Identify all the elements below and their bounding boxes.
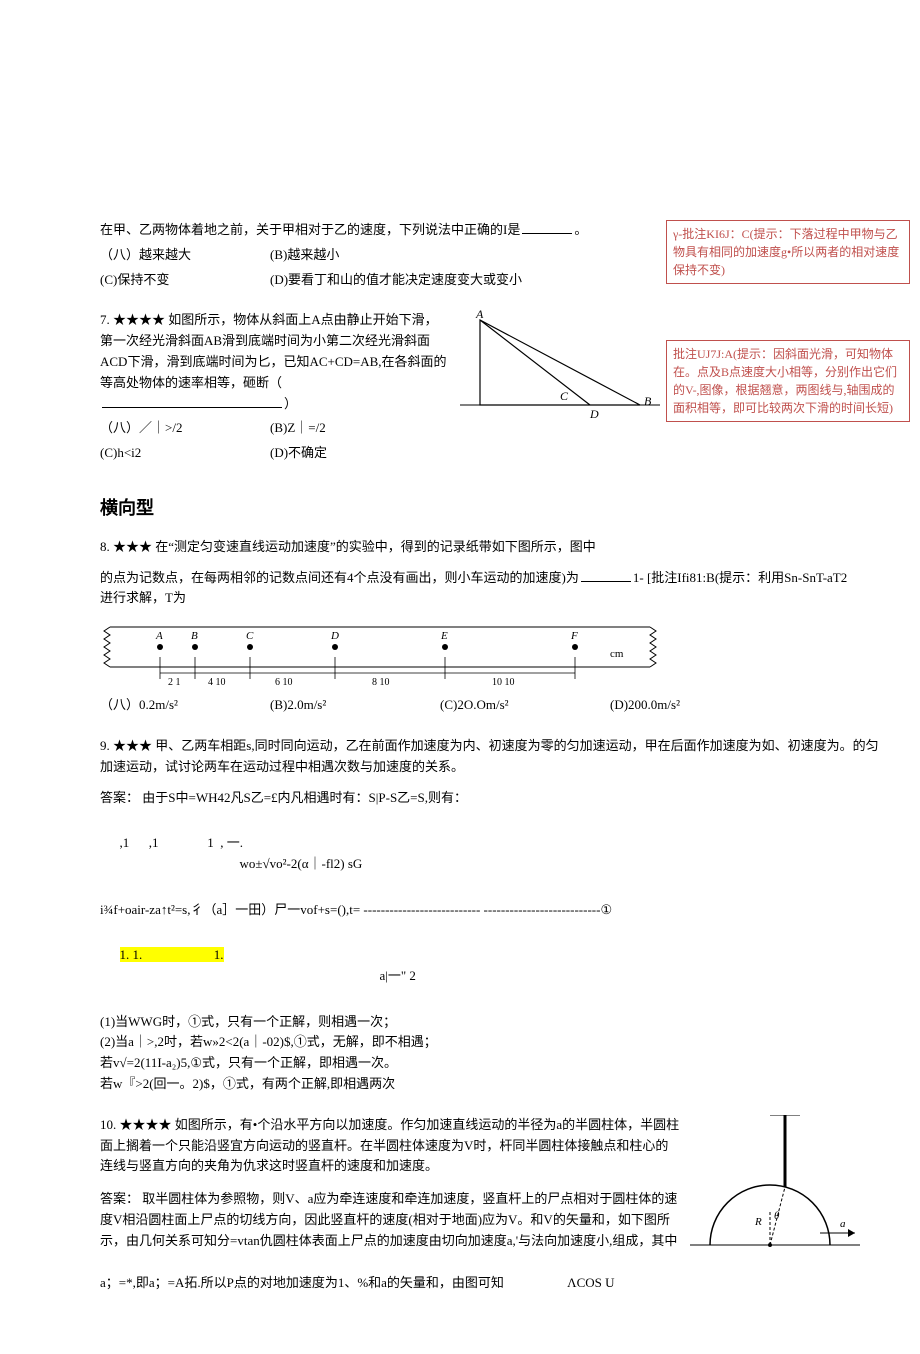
q9-l4: 若w『>2(回一。2)$，①式，有两个正解,即相遇两次 <box>100 1074 880 1095</box>
svg-text:8 10: 8 10 <box>372 677 390 687</box>
q7-opt-d: (D)不确定 <box>270 443 420 464</box>
svg-text:θ: θ <box>774 1210 780 1222</box>
svg-text:B: B <box>644 394 652 408</box>
annotation-q7: 批注UJ7J:A(提示：因斜面光滑，可知物体在。点及B点速度大小相等，分别作出它… <box>666 340 910 422</box>
q6-blank <box>522 233 572 234</box>
q7-options-row2: (C)h<i2 (D)不确定 <box>100 443 660 464</box>
svg-text:A: A <box>475 310 484 321</box>
q9-row1b: wo±√vo²-2(α｜-fl2) sG <box>240 856 363 871</box>
q9-formula-row2: i¾f+oair-za↑t²=s,彳（a］一田）尸一vof+s=(),t= --… <box>100 900 880 921</box>
q10-stem-text: 如图所示，有•个沿水平方向以加速度。作匀加速直线运动的半径为a的半圆柱体，半圆柱… <box>100 1117 679 1174</box>
q6-options-row2: (C)保持不变 (D)要看丁和山的值才能决定速度变大或变小 <box>100 270 660 291</box>
q7-opt-b: (B)Z｜=/2 <box>270 418 420 439</box>
anno7-label: 批注UJ7J:A <box>673 347 733 361</box>
question-8: 8. ★★★ 在“测定匀变速直线运动加速度”的实验中，得到的记录纸带如下图所示，… <box>100 537 860 716</box>
q9-stars: ★★★ <box>113 738 152 753</box>
q10-ans2: a；=*,即a；=A拓.所以P点的对地加速度为1、%和a的矢量和，由图可知 <box>100 1275 504 1290</box>
q10-figure: R θ a <box>690 1115 860 1265</box>
question-10: R θ a 10. ★★★★ 如图所示，有•个沿水平方向以加速度。作匀加速直线运… <box>100 1115 860 1294</box>
q10-ans3: ΛCOS U <box>567 1275 614 1290</box>
q8-tail: 1- <box>633 570 644 585</box>
q8-opt-a: （八）0.2m/s² <box>100 695 250 716</box>
q7-blank <box>102 407 282 408</box>
anno8-label: [批注Ifi81:B <box>647 570 715 585</box>
section-heading-horizontal: 横向型 <box>100 494 660 523</box>
q9-formula-row3: 1. 1. 1. a|一" 2 <box>100 924 880 1007</box>
q6-stem-tail: 。 <box>574 222 587 237</box>
q6-opt-d: (D)要看丁和山的值才能决定速度变大或变小 <box>270 270 522 291</box>
q7-opt-a: （八）／｜>/2 <box>100 418 250 439</box>
q8-opt-c: (C)2O.Om/s² <box>440 695 590 716</box>
q8-stem1: 在“测定匀变速直线运动加速度”的实验中，得到的记录纸带如下图所示，图中 <box>155 539 596 554</box>
svg-text:10 10: 10 10 <box>492 677 515 687</box>
q8-blank <box>581 581 631 582</box>
q10-ans-label: 答案： <box>100 1191 139 1206</box>
q9-row2a: i¾f+oair-za↑t²=s,彳（a］一田）尸一vof+s=(),t= <box>100 902 360 917</box>
q9-row3a: 1. 1. 1. <box>120 947 224 962</box>
q9-stem: 9. ★★★ 甲、乙两车相距s,同时同向运动，乙在前面作加速度为内、初速度为零的… <box>100 736 880 778</box>
svg-text:C: C <box>560 389 569 403</box>
q9-l2: (2)当a｜>,2吋，若w»2<2(a｜-02)$,①式，无解，即不相遇； <box>100 1032 880 1053</box>
question-7: A C D B 7. ★★★★ 如图所示，物体从斜面上A点由静止开始下滑，第一次… <box>100 310 660 464</box>
q9-stem-text: 甲、乙两车相距s,同时同向运动，乙在前面作加速度为内、初速度为零的匀加速运动，甲… <box>100 738 879 774</box>
q9-row3b: a|一" 2 <box>380 968 416 983</box>
q8-options: （八）0.2m/s² (B)2.0m/s² (C)2O.Om/s² (D)200… <box>100 695 860 716</box>
q10-num: 10. <box>100 1117 116 1132</box>
q6-options: （八）越来越大 (B)越来越小 <box>100 245 660 266</box>
q7-stars: ★★★★ <box>113 312 165 327</box>
q9-row2b: --------------------------- ------------… <box>363 902 612 917</box>
svg-text:F: F <box>570 630 578 642</box>
q10-stars: ★★★★ <box>120 1117 172 1132</box>
q10-ans-line2: a；=*,即a；=A拓.所以P点的对地加速度为1、%和a的矢量和，由图可知 ΛC… <box>100 1273 860 1294</box>
q7-stem-tail: ） <box>284 396 297 411</box>
q8-stem-line1: 8. ★★★ 在“测定匀变速直线运动加速度”的实验中，得到的记录纸带如下图所示，… <box>100 537 860 558</box>
q10-ans1: 取半圆柱体为参照物，则V、a应为牵连速度和牵连加速度，竖直杆上的尸点相对于圆柱体… <box>100 1191 677 1248</box>
q8-opt-d: (D)200.0m/s² <box>610 695 760 716</box>
q7-opt-c: (C)h<i2 <box>100 443 250 464</box>
q6-opt-c: (C)保持不变 <box>100 270 250 291</box>
q7-figure: A C D B <box>460 310 660 420</box>
svg-text:6 10: 6 10 <box>275 677 293 687</box>
svg-text:a: a <box>840 1218 846 1230</box>
q9-ans-label: 答案： <box>100 790 139 805</box>
q9-num: 9. <box>100 738 110 753</box>
svg-text:C: C <box>246 630 254 642</box>
q9-answer: 答案： 由于S中=WH42凡S乙=£内凡相遇时有：S|P-S乙=S,则有： <box>100 788 880 809</box>
q8-stem-line2: 的点为记数点，在每两相邻的记数点间还有4个点没有画出，则小车运动的加速度)为 1-… <box>100 568 860 610</box>
svg-text:2 1: 2 1 <box>168 677 181 687</box>
q8-tape-figure: A B C D E F cm 2 1 4 10 6 10 8 10 10 10 <box>100 617 860 687</box>
question-6: 在甲、乙两物体着地之前，关于甲相对于乙的速度，下列说法中正确的I是 。 （八）越来… <box>100 220 660 290</box>
q9-l1: (1)当WWG时，①式，只有一个正解，则相遇一次； <box>100 1012 880 1033</box>
svg-text:D: D <box>330 630 339 642</box>
q8-stars: ★★★ <box>113 539 152 554</box>
svg-text:E: E <box>440 630 448 642</box>
q6-opt-a: （八）越来越大 <box>100 245 250 266</box>
q6-stem-line: 在甲、乙两物体着地之前，关于甲相对于乙的速度，下列说法中正确的I是 。 <box>100 220 660 241</box>
q8-num: 8. <box>100 539 110 554</box>
svg-text:R: R <box>754 1216 762 1228</box>
svg-text:D: D <box>589 407 599 420</box>
q7-options: （八）／｜>/2 (B)Z｜=/2 <box>100 418 450 439</box>
annotation-q6: γ-批注KI6J：C(提示：下落过程中甲物与乙物具有相同的加速度g•所以两者的相… <box>666 220 910 284</box>
q9-l3: 若v√=2(11I-a₂)5,①式，只有一个正解，即相遇一次。 <box>100 1053 880 1074</box>
q9-row1a: ,1 ,1 1 , 一. <box>120 835 244 850</box>
q6-stem: 在甲、乙两物体着地之前，关于甲相对于乙的速度，下列说法中正确的I是 <box>100 222 520 237</box>
q8-stem2: 的点为记数点，在每两相邻的记数点间还有4个点没有画出，则小车运动的加速度)为 <box>100 570 579 585</box>
svg-text:cm: cm <box>610 648 624 660</box>
q8-opt-b: (B)2.0m/s² <box>270 695 420 716</box>
q6-opt-b: (B)越来越小 <box>270 245 420 266</box>
anno6-label: γ-批注KI6J：C <box>673 227 750 241</box>
q9-ans1: 由于S中=WH42凡S乙=£内凡相遇时有：S|P-S乙=S,则有： <box>142 790 467 805</box>
svg-text:A: A <box>155 630 163 642</box>
q9-formula-row1: ,1 ,1 1 , 一. wo±√vo²-2(α｜-fl2) sG <box>100 812 880 895</box>
question-9: 9. ★★★ 甲、乙两车相距s,同时同向运动，乙在前面作加速度为内、初速度为零的… <box>100 736 880 1095</box>
svg-text:B: B <box>191 630 198 642</box>
q7-num: 7. <box>100 312 110 327</box>
svg-text:4 10: 4 10 <box>208 677 226 687</box>
